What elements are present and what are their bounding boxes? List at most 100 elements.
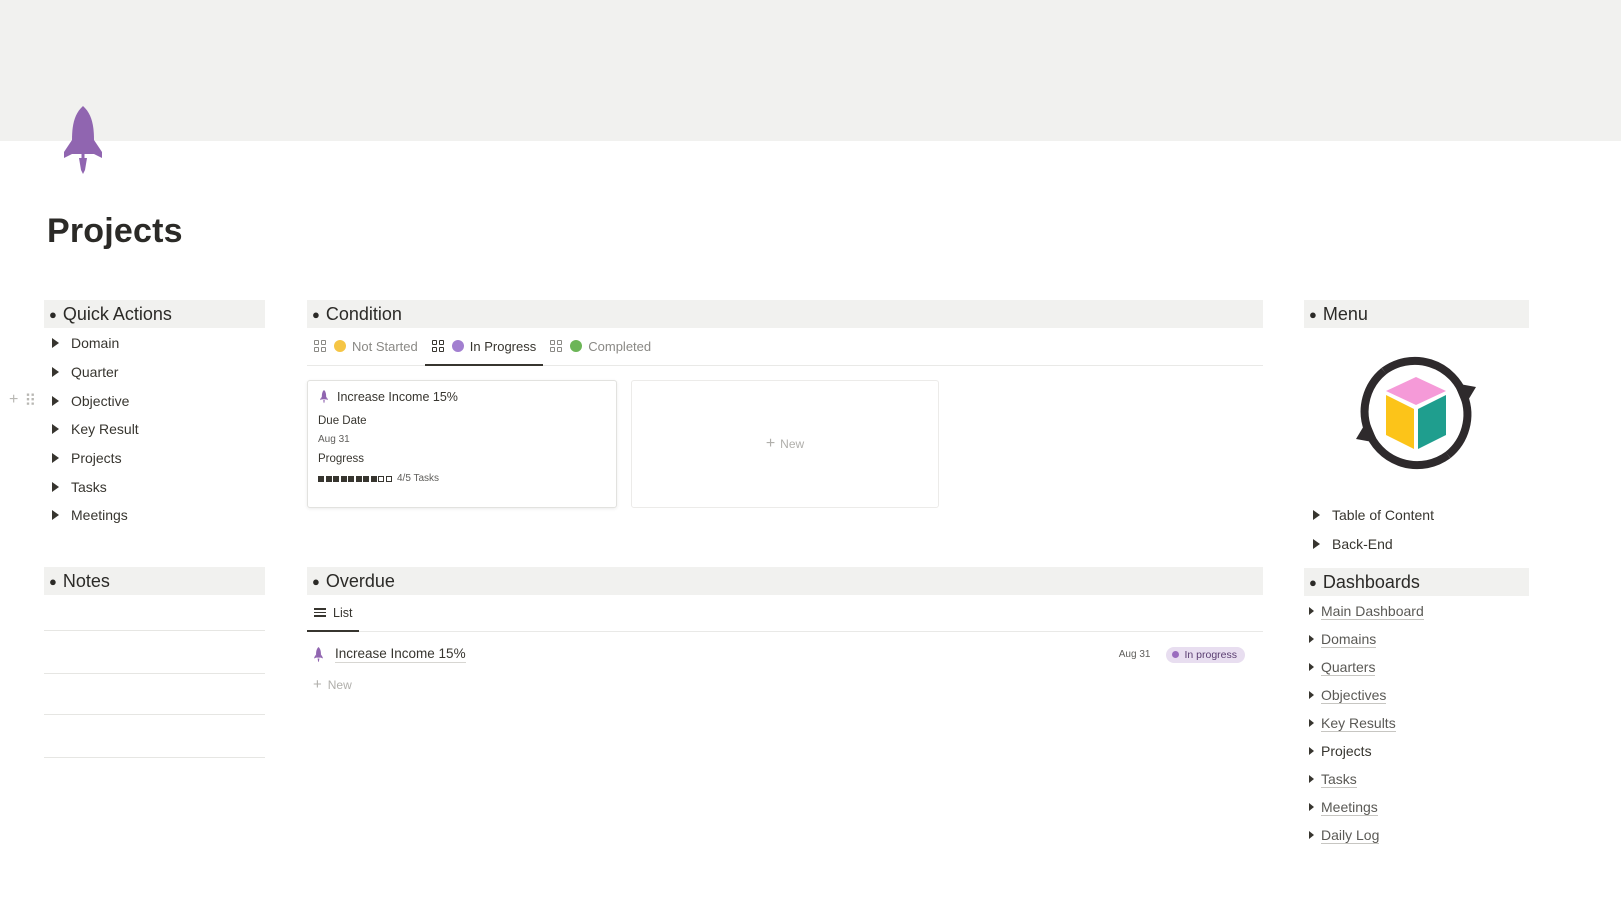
toggle-meetings[interactable]: Meetings — [44, 501, 265, 530]
progress-square-filled — [340, 475, 347, 482]
toggle-objective[interactable]: Objective — [44, 386, 265, 415]
toggle-triangle-icon[interactable] — [52, 395, 59, 406]
condition-title: Condition — [325, 303, 402, 324]
toggle-triangle-icon[interactable] — [52, 424, 59, 435]
dashboard-link-daily-log[interactable]: Daily Log — [1304, 821, 1529, 849]
list-view-icon — [314, 608, 326, 617]
project-card[interactable]: Increase Income 15% Due Date Aug 31 Prog… — [307, 380, 617, 508]
dashboard-item-projects[interactable]: Projects — [1304, 737, 1529, 765]
bullet-triangle-icon — [1309, 775, 1314, 783]
status-badge: In progress — [1166, 646, 1245, 663]
plus-icon: + — [765, 435, 776, 452]
due-date-value: Aug 31 — [318, 434, 350, 445]
bullet-triangle-icon — [1309, 831, 1314, 839]
tab-in-progress[interactable]: In Progress — [424, 327, 544, 366]
menu-header: ● Menu — [1304, 300, 1529, 328]
bullet-triangle-icon — [1309, 635, 1314, 643]
board-view-icon — [431, 340, 444, 352]
dashboards-list: Main Dashboard Domains Quarters Objectiv… — [1304, 597, 1529, 849]
refresh-cube-logo — [1356, 356, 1476, 470]
progress-square-filled — [333, 475, 339, 482]
add-new-row-button[interactable]: + New — [313, 676, 352, 693]
due-date-label: Due Date — [318, 415, 367, 427]
rocket-icon — [314, 646, 323, 662]
quick-actions-title: Quick Actions — [62, 303, 172, 324]
toggle-projects[interactable]: Projects — [44, 444, 265, 473]
progress-square-empty — [378, 475, 384, 482]
page-title: Projects — [47, 212, 183, 250]
progress-square-filled — [363, 475, 369, 482]
dashboard-link-objectives[interactable]: Objectives — [1304, 681, 1529, 709]
dashboard-link-domains[interactable]: Domains — [1304, 625, 1529, 653]
toggle-triangle-icon[interactable] — [52, 510, 59, 521]
rocket-icon — [320, 390, 328, 404]
condition-tabs: Not Started In Progress Completed — [307, 328, 1263, 366]
tab-not-started[interactable]: Not Started — [307, 327, 425, 365]
bullet-triangle-icon — [1309, 663, 1314, 671]
notes-divider — [44, 630, 265, 631]
toggle-back-end[interactable]: Back-End — [1304, 530, 1529, 559]
dashboard-link-quarters[interactable]: Quarters — [1304, 653, 1529, 681]
notes-header: ● Notes — [44, 567, 265, 595]
menu-title: Menu — [1322, 303, 1368, 324]
progress-text: 4/5 Tasks — [397, 473, 440, 484]
toggle-triangle-icon[interactable] — [1313, 539, 1320, 550]
toggle-domain[interactable]: Domain — [44, 329, 265, 358]
overdue-row-date: Aug 31 — [1118, 649, 1151, 660]
drag-handle-icon[interactable]: ⠿ — [24, 391, 36, 411]
condition-section: ● Condition Not Started In Progress Comp… — [307, 300, 1263, 366]
dashboard-link-tasks[interactable]: Tasks — [1304, 765, 1529, 793]
progress-square-filled — [355, 475, 362, 482]
overdue-row[interactable]: Increase Income 15% Aug 31 In progress — [313, 646, 1245, 663]
dashboard-link-meetings[interactable]: Meetings — [1304, 793, 1529, 821]
menu-list: Table of Content Back-End — [1304, 501, 1529, 558]
block-handle[interactable]: + ⠿ — [9, 391, 36, 411]
board-view-icon — [314, 340, 326, 352]
bullet-triangle-icon — [1309, 691, 1314, 699]
toggle-key-result[interactable]: Key Result — [44, 415, 265, 444]
toggle-quarter[interactable]: Quarter — [44, 358, 265, 387]
dashboard-link-main[interactable]: Main Dashboard — [1304, 597, 1529, 625]
progress-bar: 4/5 Tasks — [318, 473, 606, 484]
bullet-triangle-icon — [1309, 607, 1314, 615]
notes-column: ● Notes — [44, 567, 265, 758]
dashboards-header: ● Dashboards — [1304, 568, 1529, 596]
bullet-triangle-icon — [1309, 719, 1314, 727]
quick-actions-list: Domain Quarter Objective Key Result Proj… — [44, 329, 265, 530]
status-dot-in-progress — [451, 340, 464, 352]
overdue-header: ● Overdue — [307, 567, 1263, 595]
toggle-triangle-icon[interactable] — [52, 481, 59, 492]
notes-title: Notes — [62, 570, 110, 591]
toggle-table-of-content[interactable]: Table of Content — [1304, 501, 1529, 530]
toggle-triangle-icon[interactable] — [52, 338, 59, 349]
tab-list[interactable]: List — [307, 594, 360, 632]
notes-divider — [44, 757, 265, 758]
progress-square-filled — [318, 475, 324, 482]
dashboards-column: ● Dashboards Main Dashboard Domains Quar… — [1304, 568, 1529, 849]
overdue-title: Overdue — [325, 570, 395, 591]
status-dot-not-started — [334, 340, 346, 352]
condition-header: ● Condition — [307, 300, 1263, 328]
toggle-triangle-icon[interactable] — [52, 453, 59, 464]
overdue-tabs: List — [307, 595, 1263, 632]
add-block-icon[interactable]: + — [9, 391, 18, 411]
overdue-row-title[interactable]: Increase Income 15% — [335, 646, 466, 663]
toggle-triangle-icon[interactable] — [1313, 510, 1320, 521]
rocket-icon[interactable] — [62, 106, 104, 178]
tab-completed[interactable]: Completed — [543, 327, 658, 365]
status-dot-completed — [570, 340, 583, 352]
progress-square-filled — [370, 475, 377, 482]
quick-actions-header: ● Quick Actions — [44, 300, 265, 328]
notes-divider — [44, 673, 265, 674]
overdue-section: ● Overdue List — [307, 567, 1263, 632]
card-title[interactable]: Increase Income 15% — [318, 390, 606, 404]
dashboard-link-key-results[interactable]: Key Results — [1304, 709, 1529, 737]
toggle-tasks[interactable]: Tasks — [44, 472, 265, 501]
quick-actions-column: ● Quick Actions Domain Quarter Objective… — [44, 300, 265, 530]
toggle-triangle-icon[interactable] — [52, 367, 59, 378]
progress-label: Progress — [318, 453, 365, 465]
progress-square-empty — [385, 475, 392, 482]
status-dot-icon — [1172, 651, 1180, 658]
new-card-button[interactable]: + New — [631, 380, 939, 508]
progress-square-filled — [325, 475, 332, 482]
